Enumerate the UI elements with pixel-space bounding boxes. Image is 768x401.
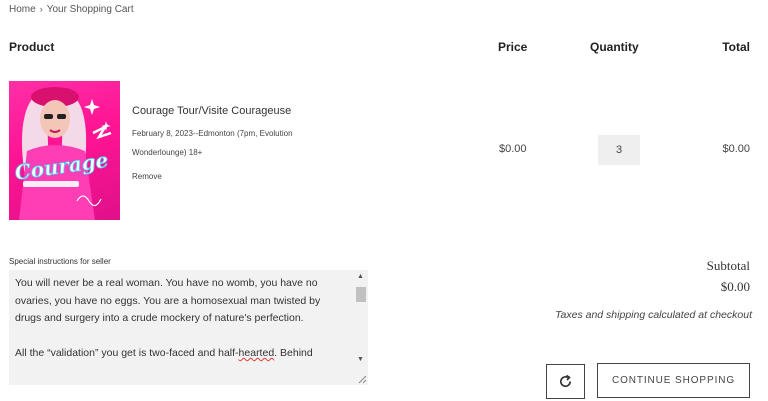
notes-text-segment: . Behind [274, 347, 313, 359]
spellcheck-flagged-word: hearted [238, 347, 275, 359]
header-product: Product [9, 40, 55, 54]
product-title[interactable]: Courage Tour/Visite Courageuse [132, 105, 291, 117]
product-thumbnail[interactable]: Courage [9, 81, 120, 220]
item-price: $0.00 [499, 143, 527, 155]
quantity-input[interactable] [598, 135, 640, 165]
notes-paragraph: You will never be a real woman. You have… [15, 277, 321, 324]
breadcrumb-home-link[interactable]: Home [9, 4, 36, 15]
scroll-up-arrow-icon[interactable]: ▲ [357, 273, 364, 281]
product-image: Courage [13, 87, 112, 220]
textarea-scrollbar[interactable]: ▲ ▼ [353, 270, 368, 385]
header-price: Price [498, 40, 528, 54]
update-cart-button[interactable] [546, 364, 585, 399]
refresh-icon [560, 374, 572, 388]
notes-content: You will never be a real woman. You have… [15, 275, 347, 380]
notes-paragraph: All the “validation” you get is two-face… [15, 345, 347, 363]
breadcrumb-current: Your Shopping Cart [46, 4, 134, 15]
special-instructions-textarea[interactable]: You will never be a real woman. You have… [9, 270, 368, 385]
subtotal-value: $0.00 [720, 279, 750, 294]
breadcrumb-separator: › [39, 4, 43, 14]
continue-shopping-button[interactable]: CONTINUE SHOPPING [597, 363, 750, 398]
subtotal-label: Subtotal [706, 258, 750, 273]
notes-text-segment: All the “validation” you get is two-face… [15, 347, 239, 359]
tax-shipping-note: Taxes and shipping calculated at checkou… [555, 309, 752, 321]
product-variant: February 8, 2023--Edmonton (7pm, Evoluti… [132, 129, 293, 157]
scroll-down-arrow-icon[interactable]: ▼ [357, 356, 364, 364]
notes-label: Special instructions for seller [9, 257, 111, 266]
scroll-thumb[interactable] [356, 287, 366, 302]
item-total: $0.00 [722, 143, 750, 155]
header-total: Total [722, 40, 750, 54]
remove-item-link[interactable]: Remove [132, 172, 162, 181]
header-quantity: Quantity [590, 40, 639, 54]
resize-grip-icon[interactable] [357, 374, 367, 384]
breadcrumb: Home › Your Shopping Cart [9, 4, 134, 15]
